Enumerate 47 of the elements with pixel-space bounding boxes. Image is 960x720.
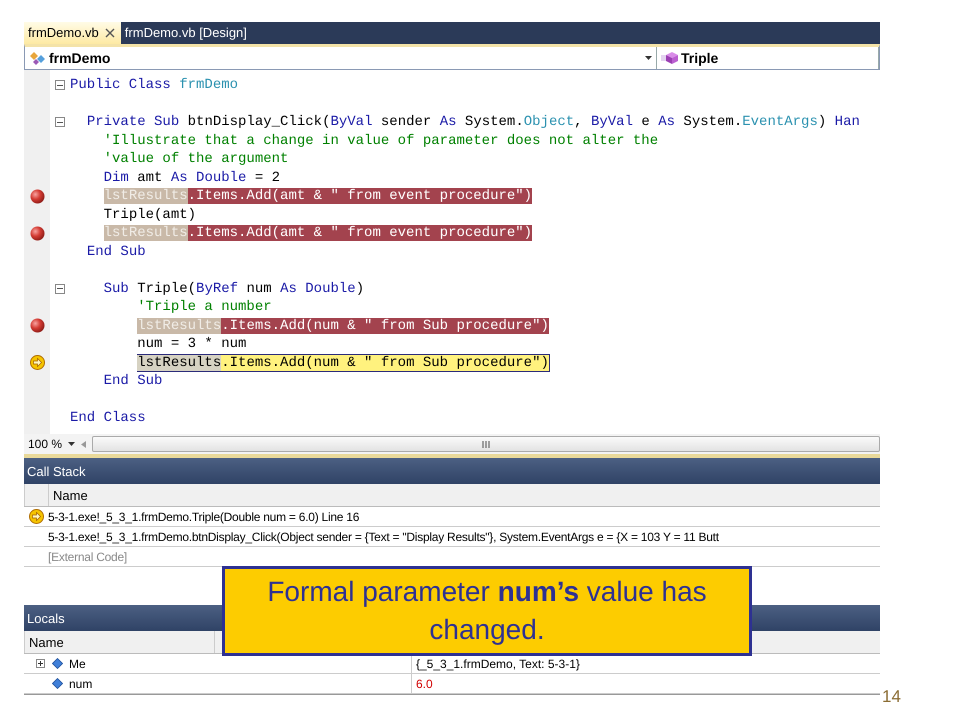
breakpoint-icon[interactable] <box>30 226 44 241</box>
class-icon <box>29 50 47 65</box>
code-line: num = 3 * num <box>136 336 246 352</box>
code-line: 'Illustrate that a change in value of parameter does not alter the <box>102 132 658 149</box>
zoom-level[interactable]: 100 % <box>28 437 62 452</box>
code-line: Private Sub btnDisplay_Click(ByVal sender As System.Object, ByVal e As System.EventArgs) Han <box>86 114 860 130</box>
editor-tab[interactable]: frmDemo.vb <box>24 22 121 44</box>
stack-frame[interactable]: [External Code] <box>48 550 127 564</box>
collapse-icon[interactable] <box>55 80 65 90</box>
stack-frame[interactable]: 5-3-1.exe!_5_3_1.frmDemo.btnDisplay_Click(Object sender = {Text = "Display Results"}, System.EventArgs e = {X = 103 Y = 11 Butt <box>48 530 719 544</box>
code-line: lstResults.Items.Add(amt & " from event procedure") <box>102 225 532 242</box>
dropdown-caret-icon[interactable] <box>645 56 652 60</box>
breakpoint-icon[interactable] <box>30 188 44 204</box>
code-line: lstResults.Items.Add(amt & " from event procedure") <box>102 188 532 204</box>
field-icon <box>52 678 63 689</box>
code-line: 'value of the argument <box>102 151 288 168</box>
field-icon <box>52 658 63 670</box>
code-line: Sub Triple(ByRef num As Double) <box>102 280 364 297</box>
method-icon <box>661 50 679 65</box>
code-line: Public Class frmDemo <box>70 77 238 94</box>
code-line: 'Triple a number <box>136 299 272 316</box>
scroll-left-icon[interactable] <box>81 440 86 448</box>
panel-header: Call Stack <box>24 458 880 484</box>
expand-icon[interactable] <box>36 659 45 668</box>
code-line: Triple(amt) <box>102 206 196 223</box>
code-line: End Class <box>70 410 146 426</box>
variable-name: num <box>69 676 92 690</box>
variable-name: Me <box>69 656 86 671</box>
code-line: End Sub <box>86 244 146 260</box>
close-icon[interactable] <box>104 28 115 38</box>
variable-value: {_5_3_1.frmDemo, Text: 5-3-1} <box>415 656 580 671</box>
collapse-icon[interactable] <box>55 284 65 294</box>
slide-number: 14 <box>882 687 901 707</box>
horizontal-scrollbar[interactable] <box>92 436 880 452</box>
variable-value: 6.0 <box>415 676 433 690</box>
editor-tab[interactable]: frmDemo.vb [Design] <box>120 22 253 44</box>
scroll-grip-icon <box>482 440 491 448</box>
collapse-icon[interactable] <box>55 117 65 128</box>
code-line: lstResults.Items.Add(num & " from Sub procedure") <box>136 354 550 371</box>
class-dropdown[interactable]: frmDemo <box>25 46 657 69</box>
member-dropdown[interactable]: Triple <box>657 46 879 69</box>
code-line: End Sub <box>102 373 162 390</box>
dropdown-caret-icon[interactable] <box>68 442 76 446</box>
breakpoint-icon[interactable] <box>30 318 44 334</box>
code-line: Dim amt As Double = 2 <box>102 170 280 186</box>
stack-frame[interactable]: 5-3-1.exe!_5_3_1.frmDemo.Triple(Double num = 6.0) Line 16 <box>48 510 360 524</box>
code-line: lstResults.Items.Add(num & " from Sub procedure") <box>136 318 549 334</box>
